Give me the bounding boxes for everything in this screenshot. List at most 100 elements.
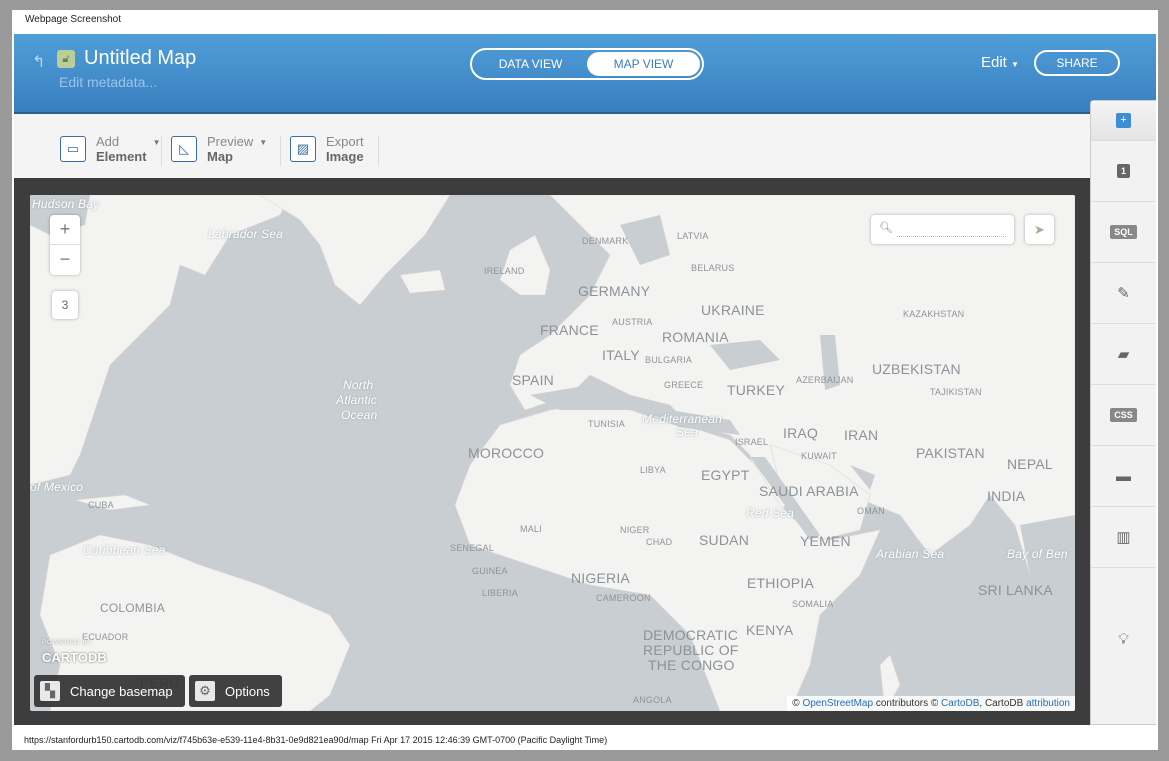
export-image-button[interactable]: ▨ Export Image	[290, 134, 364, 164]
map-label: ITALY	[602, 347, 640, 363]
attribution-link[interactable]: attribution	[1026, 698, 1070, 709]
filters-button[interactable]: ▥	[1091, 507, 1156, 568]
view-toggle: DATA VIEW MAP VIEW	[470, 48, 704, 80]
map-canvas[interactable]: Hudson Bay Labrador Sea North Atlantic Ocean…	[30, 195, 1075, 711]
map-label: THE CONGO	[648, 657, 735, 673]
map-label: Labrador Sea	[208, 227, 284, 241]
map-label: North	[343, 378, 374, 392]
element-label: Element	[96, 149, 147, 164]
map-label: COLOMBIA	[100, 601, 165, 615]
map-label: CAMEROON	[596, 593, 651, 603]
add-label: Add	[96, 134, 120, 149]
gear-icon: ⚙	[195, 681, 215, 701]
map-label: LIBERIA	[482, 588, 518, 598]
map-label: NEPAL	[1007, 456, 1053, 472]
add-element-button[interactable]: ▭ Add Element ▼	[60, 134, 161, 164]
edit-metadata-link[interactable]: Edit metadata...	[59, 74, 157, 90]
map-label: SAUDI ARABIA	[759, 483, 859, 499]
filters-icon: ▥	[1116, 529, 1131, 546]
css-icon: CSS	[1110, 408, 1137, 422]
map-label: SRI LANKA	[978, 582, 1053, 598]
element-icon: ▭	[60, 136, 86, 162]
divider	[280, 136, 281, 166]
map-label: YEMEN	[800, 533, 851, 549]
toolbar: ▭ Add Element ▼ ◺ Preview Map ▼ ▨ Export Im…	[14, 114, 1090, 178]
layer-button[interactable]: 1	[1091, 141, 1156, 202]
options-button[interactable]: ⚙ Options	[189, 675, 282, 707]
map-label: GREECE	[664, 380, 704, 390]
map-label: Hudson Bay	[32, 197, 100, 211]
infowindow-button[interactable]: ▰	[1091, 324, 1156, 385]
image-label: Image	[326, 149, 364, 164]
map-label: of Mexico	[30, 480, 84, 494]
map-label: PAKISTAN	[916, 445, 985, 461]
caret-down-icon: ▼	[152, 138, 161, 147]
map-label: Atlantic	[336, 393, 377, 407]
map-label: GERMANY	[578, 283, 651, 299]
map-label: REPUBLIC OF	[643, 642, 739, 658]
data-view-tab[interactable]: DATA VIEW	[474, 52, 587, 76]
change-basemap-button[interactable]: ▚ Change basemap	[34, 675, 185, 707]
map-label: TUNISIA	[588, 419, 625, 429]
map-search-input[interactable]: 🔍︎	[871, 215, 1014, 244]
map-label: KAZAKHSTAN	[903, 309, 965, 319]
map-label: UKRAINE	[701, 302, 765, 318]
screenshot-caption: Webpage Screenshot	[25, 14, 121, 25]
back-arrow-icon[interactable]: ↰	[32, 52, 45, 72]
sql-button[interactable]: SQL	[1091, 202, 1156, 263]
map-label: BELARUS	[691, 263, 735, 273]
legend-button[interactable]: ▬	[1091, 446, 1156, 507]
share-button[interactable]: SHARE	[1034, 50, 1120, 76]
map-label: ETHIOPIA	[747, 575, 814, 591]
search-icon: 🔍︎	[879, 222, 893, 234]
map-label: NIGERIA	[571, 570, 630, 586]
cartodb-logo: CARTODB	[42, 650, 107, 665]
add-layer-button[interactable]: +	[1091, 101, 1156, 141]
zoom-out-button[interactable]: −	[50, 245, 80, 275]
paper-plane-icon: ➤	[1034, 222, 1045, 237]
map-label: ISRAEL	[735, 437, 769, 447]
preview-map-button[interactable]: ◺ Preview Map ▼	[171, 134, 267, 164]
cartodb-link[interactable]: CartoDB	[941, 698, 979, 709]
preview-icon: ◺	[171, 136, 197, 162]
help-button[interactable]: 💡︎	[1091, 568, 1156, 658]
map-label: EGYPT	[701, 467, 750, 483]
zoom-in-button[interactable]: +	[50, 215, 80, 245]
osm-link[interactable]: OpenStreetMap	[802, 698, 873, 709]
map-label: SOMALIA	[792, 599, 834, 609]
map-label: CUBA	[88, 500, 114, 510]
image-icon: ▨	[290, 136, 316, 162]
right-sidebar: + 1 SQL ✎ ▰ CSS ▬ ▥ 💡︎	[1090, 100, 1156, 725]
map-label: FRANCE	[540, 322, 599, 338]
edit-menu[interactable]: Edit ▼	[981, 54, 1019, 71]
add-layer-icon: +	[1116, 113, 1131, 128]
preview-label: Preview	[207, 134, 254, 149]
map-label: IRELAND	[484, 266, 525, 276]
lock-icon[interactable]: 🔓︎	[57, 50, 75, 68]
map-label: Mediterranean	[642, 412, 722, 426]
sql-icon: SQL	[1110, 225, 1137, 239]
map-title[interactable]: Untitled Map	[84, 47, 196, 70]
edit-label: Edit	[981, 54, 1007, 71]
map-label: MALI	[520, 524, 542, 534]
wizard-icon: ✎	[1117, 285, 1130, 302]
locate-button[interactable]: ➤	[1025, 215, 1054, 244]
map-label: IRAN	[844, 427, 879, 443]
export-label: Export	[326, 134, 364, 149]
map-label: SPAIN	[512, 372, 554, 388]
map-label: Ocean	[341, 408, 378, 422]
map-label: LATVIA	[677, 231, 709, 241]
map-label: TURKEY	[727, 382, 785, 398]
map-view-tab[interactable]: MAP VIEW	[587, 52, 700, 76]
map-label: ROMANIA	[662, 329, 729, 345]
map-label: Arabian Sea	[876, 547, 945, 561]
map-label: ANGOLA	[633, 695, 672, 705]
map-label: BULGARIA	[645, 355, 693, 365]
wizard-button[interactable]: ✎	[1091, 263, 1156, 324]
options-label: Options	[225, 683, 270, 699]
css-button[interactable]: CSS	[1091, 385, 1156, 446]
uk-ireland	[499, 234, 551, 296]
map-label: Caribbean Sea	[83, 543, 166, 557]
iceland	[399, 269, 446, 294]
layer-icon: 1	[1116, 164, 1130, 178]
